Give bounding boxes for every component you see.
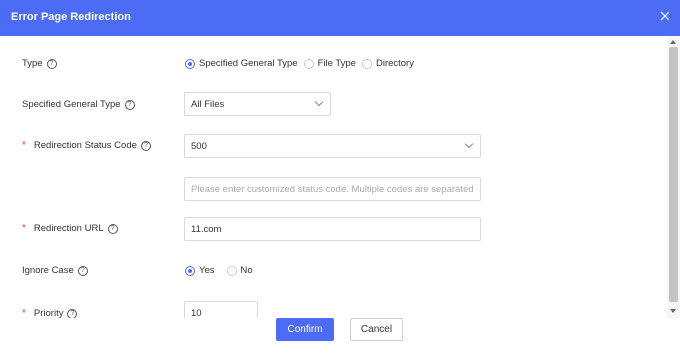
help-icon[interactable]: ? [124,99,135,110]
radio-label-yes[interactable]: Yes [199,265,215,276]
priority-label-row: * Priority ? [22,308,78,318]
general-type-label-row: Specified General Type ? [22,99,135,110]
close-icon[interactable] [658,9,672,23]
chevron-down-icon [464,139,474,149]
priority-input[interactable]: 10 [184,301,258,318]
ignore-case-radio-group: Yes No [185,265,259,276]
required-marker: * [22,308,26,318]
type-label-row: Type ? [22,58,57,69]
radio-label-directory[interactable]: Directory [376,58,414,69]
priority-value: 10 [191,307,202,319]
general-type-label: Specified General Type [22,99,121,110]
ignore-case-label: Ignore Case [22,265,74,276]
radio-label-specified-general-type[interactable]: Specified General Type [199,58,298,69]
general-type-value: All Files [191,98,225,110]
confirm-button[interactable]: Confirm [276,318,334,341]
dialog-title: Error Page Redirection [11,11,131,23]
required-marker: * [22,223,26,234]
radio-file-type[interactable] [303,58,314,69]
status-code-select[interactable]: 500 [184,134,481,158]
radio-specified-general-type[interactable] [185,58,195,69]
chevron-down-icon [314,97,324,107]
help-icon[interactable]: ? [77,265,88,276]
radio-directory[interactable] [361,58,372,69]
status-code-value: 500 [191,140,207,152]
type-label: Type [22,58,43,69]
dialog-body: Type ? Specified General Type File Type … [0,36,667,318]
scroll-down-icon[interactable] [670,309,676,313]
radio-label-file-type[interactable]: File Type [318,58,356,69]
dialog-footer: Confirm Cancel [0,318,680,355]
redirect-url-input[interactable]: 11.com [184,217,481,241]
cancel-button[interactable]: Cancel [350,318,403,341]
help-icon[interactable]: ? [107,223,118,234]
redirect-url-label: Redirection URL [33,223,104,234]
status-code-label-row: * Redirection Status Code ? [22,140,151,151]
radio-yes[interactable] [185,265,195,276]
priority-label: Priority [33,308,64,318]
status-code-label: Redirection Status Code [33,140,137,151]
scrollbar-thumb[interactable] [669,47,678,302]
redirect-url-value: 11.com [191,223,222,235]
help-icon[interactable]: ? [67,308,78,318]
general-type-select[interactable]: All Files [184,92,331,116]
required-marker: * [22,140,26,151]
radio-label-no[interactable]: No [241,265,253,276]
ignore-case-label-row: Ignore Case ? [22,265,88,276]
dialog-header: Error Page Redirection [0,0,680,36]
scroll-up-icon[interactable] [670,40,676,44]
radio-no[interactable] [226,265,237,276]
help-icon[interactable]: ? [140,140,151,151]
redirect-url-label-row: * Redirection URL ? [22,223,118,234]
help-icon[interactable]: ? [46,58,57,69]
type-radio-group: Specified General Type File Type Directo… [185,58,420,69]
custom-status-code-input[interactable]: Please enter customized status code. Mul… [184,177,481,201]
custom-status-code-placeholder: Please enter customized status code. Mul… [191,183,474,195]
